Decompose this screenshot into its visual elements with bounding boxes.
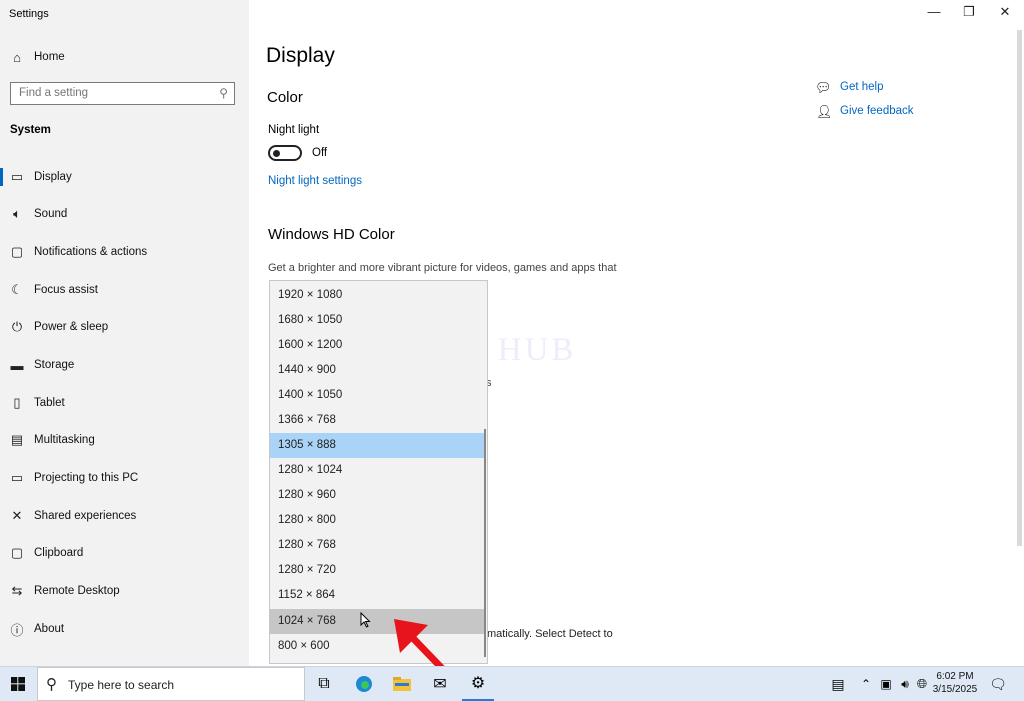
resolution-option[interactable]: 1366 × 768 xyxy=(270,408,485,433)
notification-icon: ▢ xyxy=(10,244,24,259)
sidebar-item-notifications[interactable]: ▢ Notifications & actions xyxy=(0,235,249,269)
dropdown-scrollbar[interactable] xyxy=(484,429,486,657)
resolution-dropdown-list[interactable]: 1920 × 1080 1680 × 1050 1600 × 1200 1440… xyxy=(269,280,488,664)
moon-icon: ☾ xyxy=(11,282,23,297)
clock[interactable]: 6:02 PM 3/15/2025 xyxy=(930,670,980,696)
windows-logo-icon xyxy=(11,677,25,691)
taskbar-search-text: Type here to search xyxy=(68,678,175,692)
night-light-toggle[interactable] xyxy=(268,145,302,161)
sidebar-item-clipboard[interactable]: ▢ Clipboard xyxy=(0,536,249,570)
resolution-option[interactable]: 1280 × 1024 xyxy=(270,458,485,483)
help-icon: 💬︎ xyxy=(815,80,832,95)
resolution-option[interactable]: 1280 × 800 xyxy=(270,508,485,533)
resolution-option[interactable]: 1680 × 1050 xyxy=(270,308,485,333)
multitasking-icon: ▤ xyxy=(10,432,24,447)
task-view-icon[interactable]: ⧉ xyxy=(308,667,340,701)
search-icon: ⚲ xyxy=(46,676,57,693)
page-title: Display xyxy=(266,44,335,67)
sidebar-item-about[interactable]: ⓘ About xyxy=(0,612,249,646)
resolution-option[interactable]: 1600 × 1200 xyxy=(270,333,485,358)
sidebar-item-label: Storage xyxy=(34,359,75,371)
resolution-option-selected[interactable]: 1305 × 888 xyxy=(270,433,485,458)
sidebar-item-label: Clipboard xyxy=(34,547,84,559)
search-icon[interactable]: ⚲ xyxy=(219,86,228,100)
edge-icon[interactable] xyxy=(348,667,380,701)
storage-icon: ▬ xyxy=(10,357,24,373)
clipboard-icon: ▢ xyxy=(10,545,24,560)
clock-date: 3/15/2025 xyxy=(932,684,978,695)
sidebar-item-label: Projecting to this PC xyxy=(34,472,139,484)
feedback-icon: 👤︎ xyxy=(816,104,833,119)
info-icon: ⓘ xyxy=(10,622,24,638)
hd-color-description: Get a brighter and more vibrant picture … xyxy=(268,262,617,274)
sidebar-item-label: Notifications & actions xyxy=(34,246,148,258)
taskbar-search-box[interactable]: ⚲ Type here to search xyxy=(37,667,305,701)
sidebar-item-label: Tablet xyxy=(34,397,65,409)
get-help-link[interactable]: Get help xyxy=(840,81,883,93)
maximize-button[interactable]: ❐ xyxy=(961,4,977,20)
sidebar: Settings ⌂ Home ⚲ System ▭ Display 🔈︎ So… xyxy=(0,0,249,666)
night-light-label: Night light xyxy=(268,124,320,136)
section-label: System xyxy=(10,124,51,136)
folder-icon xyxy=(393,677,411,691)
clock-time: 6:02 PM xyxy=(936,671,974,682)
file-explorer-icon[interactable] xyxy=(386,667,418,701)
app-title: Settings xyxy=(9,8,49,20)
power-icon: ⏻ xyxy=(11,319,23,334)
resolution-option[interactable]: 1280 × 960 xyxy=(270,483,485,508)
sidebar-item-label: Focus assist xyxy=(34,284,98,296)
sidebar-item-storage[interactable]: ▬ Storage xyxy=(0,348,249,382)
close-button[interactable]: ✕ xyxy=(997,4,1013,20)
sidebar-item-label: Sound xyxy=(34,208,68,220)
resolution-option[interactable]: 1400 × 1050 xyxy=(270,383,485,408)
sidebar-item-tablet[interactable]: ▯ Tablet xyxy=(0,386,249,420)
projector-icon: ▭ xyxy=(10,470,24,485)
search-input[interactable] xyxy=(19,87,209,99)
sidebar-item-shared-experiences[interactable]: ✕ Shared experiences xyxy=(0,499,249,533)
sidebar-item-sound[interactable]: 🔈︎ Sound xyxy=(0,197,249,231)
settings-taskbar-icon[interactable]: ⚙ xyxy=(462,667,494,701)
tablet-icon: ▯ xyxy=(13,395,21,410)
start-button[interactable] xyxy=(2,667,34,701)
sidebar-item-label: Display xyxy=(34,171,72,183)
night-light-settings-link[interactable]: Night light settings xyxy=(268,175,362,187)
share-icon: ✕ xyxy=(11,508,23,523)
edge-logo-icon xyxy=(356,676,372,692)
sidebar-item-label: Remote Desktop xyxy=(34,585,120,597)
notification-center-icon[interactable]: 🗨︎ xyxy=(982,667,1014,701)
sidebar-item-home[interactable]: ⌂ Home xyxy=(0,40,249,74)
sidebar-item-label: Home xyxy=(34,51,65,63)
night-light-state: Off xyxy=(312,147,328,159)
color-heading: Color xyxy=(267,89,303,106)
detect-description: matically. Select Detect to xyxy=(487,628,613,640)
mouse-cursor-icon xyxy=(360,612,371,628)
monitor-icon: ▭ xyxy=(10,169,24,184)
sidebar-item-label: Multitasking xyxy=(34,434,95,446)
sidebar-item-label: Shared experiences xyxy=(34,510,137,522)
speaker-icon: 🔈︎ xyxy=(13,206,21,221)
sidebar-item-power-sleep[interactable]: ⏻ Power & sleep xyxy=(0,310,249,344)
sidebar-item-display[interactable]: ▭ Display xyxy=(0,160,249,194)
resolution-option[interactable]: 1920 × 1080 xyxy=(270,283,485,308)
taskbar: ⚲ Type here to search ⧉ ✉ ⚙ ▤ ⌃ ▣ 🔊︎ 🌐︎ … xyxy=(0,666,1024,701)
sidebar-item-label: About xyxy=(34,623,65,635)
sidebar-item-projecting[interactable]: ▭ Projecting to this PC xyxy=(0,461,249,495)
home-icon: ⌂ xyxy=(13,49,21,65)
search-box[interactable]: ⚲ xyxy=(10,82,235,105)
sidebar-item-label: Power & sleep xyxy=(34,321,109,333)
give-feedback-link[interactable]: Give feedback xyxy=(840,105,914,117)
remote-icon: ⇆ xyxy=(11,583,23,598)
resolution-option[interactable]: 1280 × 720 xyxy=(270,558,485,583)
hd-color-heading: Windows HD Color xyxy=(268,226,395,243)
resolution-option[interactable]: 1152 × 864 xyxy=(270,583,485,608)
resolution-option[interactable]: 1440 × 900 xyxy=(270,358,485,383)
page-scrollbar[interactable] xyxy=(1017,30,1022,546)
sidebar-item-remote-desktop[interactable]: ⇆ Remote Desktop xyxy=(0,574,249,608)
toggle-knob xyxy=(273,150,280,157)
mail-icon[interactable]: ✉ xyxy=(424,667,456,701)
sidebar-item-multitasking[interactable]: ▤ Multitasking xyxy=(0,423,249,457)
minimize-button[interactable]: — xyxy=(926,4,942,19)
resolution-option[interactable]: 1280 × 768 xyxy=(270,533,485,558)
sidebar-item-focus-assist[interactable]: ☾ Focus assist xyxy=(0,273,249,307)
